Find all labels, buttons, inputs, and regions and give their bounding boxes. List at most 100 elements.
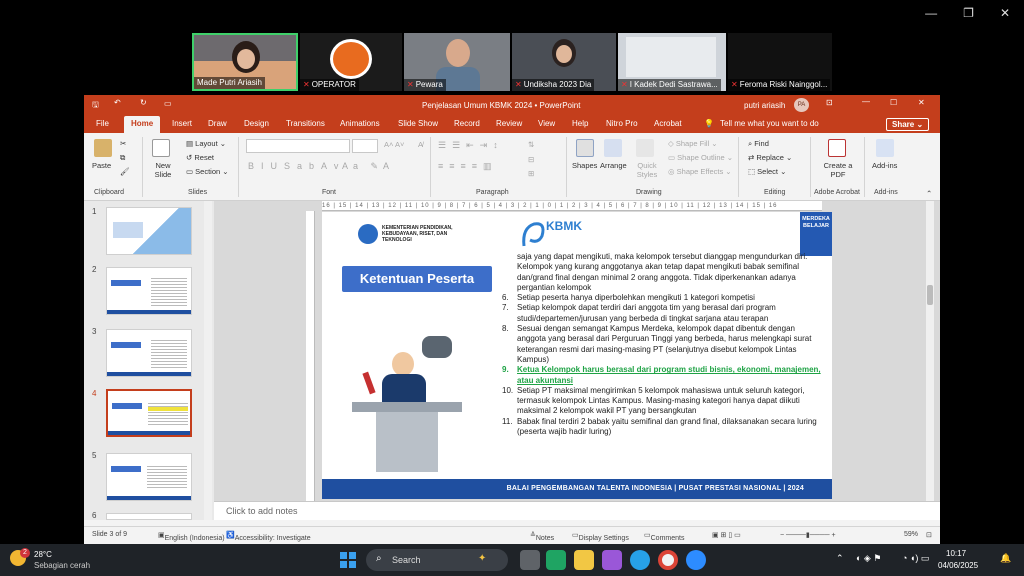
replace-button[interactable]: ⇄ Replace ⌄ (748, 153, 792, 162)
close-icon[interactable]: ✕ (1000, 6, 1010, 20)
cut-icon[interactable]: ✂ (120, 139, 126, 148)
layout-button[interactable]: ▤ Layout ⌄ (186, 139, 226, 148)
tab-home[interactable]: Home (124, 116, 161, 133)
select-button[interactable]: ⬚ Select ⌄ (748, 167, 786, 176)
shapes-icon[interactable] (576, 139, 594, 157)
tab-design[interactable]: Design (244, 119, 269, 128)
find-button[interactable]: ⌕ Find (748, 139, 769, 149)
participant-tile[interactable]: ✕ Pewara (404, 33, 510, 91)
avatar[interactable]: PA (794, 98, 809, 112)
shape-effects-button[interactable]: ◎ Shape Effects ⌄ (668, 167, 732, 176)
font-family-select[interactable] (246, 139, 350, 153)
create-pdf-button[interactable]: Create a PDF (820, 161, 856, 179)
quick-styles-button[interactable]: Quick Styles (632, 161, 662, 179)
tab-view[interactable]: View (538, 119, 555, 128)
font-size-select[interactable] (352, 139, 378, 153)
clock-time[interactable]: 10:17 (946, 549, 966, 558)
shape-outline-button[interactable]: ▭ Shape Outline ⌄ (668, 153, 733, 162)
task-view-icon[interactable] (520, 550, 540, 570)
participant-tile[interactable]: ✕ Feroma Riski Nainggol... (728, 33, 832, 91)
ribbon-display-icon[interactable]: ⊡ (826, 98, 833, 107)
font-style-buttons[interactable]: BIUSabAv (248, 161, 345, 171)
shape-fill-button[interactable]: ◇ Shape Fill ⌄ (668, 139, 718, 148)
reset-button[interactable]: ↺ Reset (186, 153, 214, 162)
user-name[interactable]: putri ariasih (744, 101, 785, 110)
zoom-level[interactable]: 59% (904, 531, 918, 538)
tab-draw[interactable]: Draw (208, 119, 227, 128)
minimize-icon[interactable]: — (862, 97, 870, 106)
notes-button[interactable]: ≙ Notes (530, 531, 554, 542)
maximize-icon[interactable]: ☐ (890, 98, 897, 107)
comments-button[interactable]: ▭ Comments (644, 531, 684, 542)
slide-thumbnail-selected[interactable] (106, 389, 192, 437)
new-slide-button[interactable]: New Slide (148, 161, 178, 179)
participant-tile[interactable]: Made Putri Ariasih (192, 33, 298, 91)
notes-pane[interactable]: Click to add notes (214, 501, 940, 520)
slide-thumbnail[interactable] (106, 267, 192, 315)
tab-acrobat[interactable]: Acrobat (654, 119, 682, 128)
network-volume-battery-icons[interactable]: ◔ ◖) ▭ (902, 553, 929, 564)
display-settings-button[interactable]: ▭ Display Settings (572, 531, 629, 542)
tray-apps-icons[interactable]: ◐ ◈ ⚑ (856, 553, 881, 564)
language-status[interactable]: ▣ English (Indonesia) (158, 531, 225, 542)
close-icon[interactable]: ✕ (918, 98, 925, 107)
copilot-icon[interactable] (602, 550, 622, 570)
align-buttons[interactable]: ≡≡≡≡▥ (438, 161, 498, 172)
copy-icon[interactable]: ⧉ (120, 153, 125, 163)
font-grow-icon[interactable]: A˄ A˅ (384, 140, 404, 149)
tab-transitions[interactable]: Transitions (286, 119, 325, 128)
redo-icon[interactable]: ↻ (140, 98, 147, 107)
undo-icon[interactable]: ↶ (114, 98, 121, 107)
notifications-icon[interactable]: 🔔 (1000, 553, 1011, 564)
font-color-buttons[interactable]: Aa ✎A (342, 161, 394, 172)
collapse-ribbon-icon[interactable]: ⌃ (926, 189, 932, 198)
slideshow-icon[interactable]: ▭ (164, 99, 172, 108)
drive-icon[interactable] (546, 550, 566, 570)
arrange-button[interactable]: Arrange (600, 161, 627, 170)
file-explorer-icon[interactable] (574, 550, 594, 570)
edge-icon[interactable] (630, 550, 650, 570)
share-button[interactable]: Share ⌄ (886, 118, 930, 131)
save-icon[interactable]: 🖫 (92, 99, 99, 113)
create-pdf-icon[interactable] (828, 139, 846, 157)
slide-canvas[interactable]: KEMENTERIAN PENDIDIKAN, KEBUDAYAAN, RISE… (322, 212, 832, 499)
tab-animations[interactable]: Animations (340, 119, 380, 128)
tray-chevron-icon[interactable]: ⌃ (836, 553, 844, 564)
thumbnail-scrollbar[interactable] (204, 201, 212, 520)
participant-tile[interactable]: ✕ OPERATOR (300, 33, 402, 91)
new-slide-icon[interactable] (152, 139, 170, 157)
section-button[interactable]: ▭ Section ⌄ (186, 167, 229, 176)
accessibility-status[interactable]: ♿ Accessibility: Investigate (226, 531, 311, 542)
participant-tile[interactable]: ✕ Undiksha 2023 Dia (512, 33, 616, 91)
tab-nitro-pro[interactable]: Nitro Pro (606, 119, 638, 128)
list-buttons[interactable]: ☰☰⇤⇥↕ (438, 140, 504, 151)
slide-thumbnail[interactable] (106, 207, 192, 255)
addins-button[interactable]: Add-ins (872, 161, 897, 170)
tab-help[interactable]: Help (572, 119, 588, 128)
slide-thumbnail[interactable] (106, 453, 192, 501)
tab-slide-show[interactable]: Slide Show (398, 119, 438, 128)
search-box[interactable]: ⌕ Search ✦ (366, 549, 508, 571)
smartart-icon[interactable]: ⊞ (528, 169, 534, 178)
addins-icon[interactable] (876, 139, 894, 157)
quick-styles-icon[interactable] (636, 139, 654, 157)
participant-tile[interactable]: ✕ I Kadek Dedi Sastrawa... (618, 33, 726, 91)
tab-review[interactable]: Review (496, 119, 522, 128)
slide-thumbnail[interactable] (106, 513, 192, 520)
clock-date[interactable]: 04/06/2025 (938, 561, 978, 570)
tab-record[interactable]: Record (454, 119, 480, 128)
chrome-icon[interactable] (658, 550, 678, 570)
windows-start-icon[interactable] (340, 552, 356, 568)
tab-insert[interactable]: Insert (172, 119, 192, 128)
tell-me-input[interactable]: Tell me what you want to do (720, 119, 819, 128)
shapes-button[interactable]: Shapes (572, 161, 597, 170)
text-direction-icon[interactable]: ⇅ (528, 140, 534, 149)
align-text-icon[interactable]: ⊟ (528, 155, 534, 164)
zoom-slider[interactable]: − ────▮──── + (780, 531, 836, 539)
restore-icon[interactable]: ❐ (963, 6, 974, 20)
format-painter-icon[interactable]: 🖌 (120, 167, 130, 176)
view-buttons[interactable]: ▣ ⊞ ▯ ▭ (712, 531, 741, 539)
arrange-icon[interactable] (604, 139, 622, 157)
slide-thumbnail[interactable] (106, 329, 192, 377)
tab-file[interactable]: File (96, 119, 109, 128)
